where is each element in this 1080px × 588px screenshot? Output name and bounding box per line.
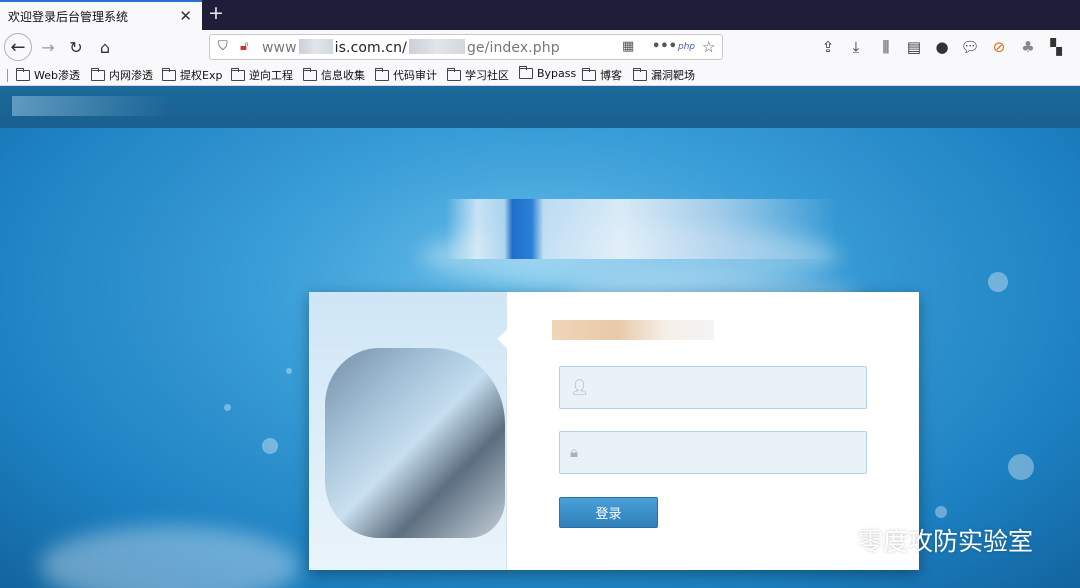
wechat-icon xyxy=(808,525,846,555)
bookmark-folder[interactable]: 代码审计 xyxy=(375,67,437,83)
password-field[interactable]: 🔒︎ xyxy=(559,431,867,474)
more-actions-icon[interactable]: ••• xyxy=(652,39,677,54)
bookmark-folder[interactable]: Web渗透 xyxy=(16,67,80,83)
watermark: 零度攻防实验室 xyxy=(808,522,1033,558)
tab-title: 欢迎登录后台管理系统 xyxy=(8,9,129,24)
qr-code-icon[interactable]: ▦ xyxy=(622,39,634,54)
home-button[interactable]: ⌂ xyxy=(93,35,117,59)
bookmark-folder[interactable]: 博客 xyxy=(582,67,622,83)
url-domain: is.com.cn/ xyxy=(334,40,407,56)
bookmark-folder[interactable]: 逆向工程 xyxy=(231,67,293,83)
bubble-decoration xyxy=(935,506,947,518)
navigation-toolbar: ← → ↻ ⌂ ⛉ 🔓︎ www is.com.cn/ge/index.php ▦… xyxy=(0,30,1080,64)
folder-icon xyxy=(582,67,596,81)
bookmark-label: 博客 xyxy=(600,69,622,82)
folder-icon xyxy=(447,67,461,81)
folder-icon xyxy=(519,66,533,79)
site-logo-redacted xyxy=(12,96,172,116)
login-button[interactable]: 登录 xyxy=(559,497,658,528)
url-redacted-part xyxy=(298,39,333,54)
login-page: 👤︎ 🔒︎ 登录 零度攻防实验室 xyxy=(0,86,1080,588)
folder-icon xyxy=(16,67,30,81)
bookmark-label: Bypass xyxy=(537,67,577,80)
bubble-decoration xyxy=(988,272,1008,292)
user-icon: 👤︎ xyxy=(570,378,590,396)
php-extension-icon[interactable]: php xyxy=(678,42,695,52)
bookmark-star-icon[interactable]: ☆ xyxy=(702,38,715,56)
address-bar[interactable]: ⛉ 🔓︎ www is.com.cn/ge/index.php ▦ ••• php… xyxy=(209,34,723,60)
bookmark-label: 代码审计 xyxy=(393,69,437,82)
cloud-decoration xyxy=(40,526,300,588)
bookmarks-separator xyxy=(7,69,8,82)
home-icon: ⌂ xyxy=(99,37,111,57)
lock-icon: 🔒︎ xyxy=(570,443,578,461)
sidebar-icon[interactable]: ▤ xyxy=(904,38,924,56)
back-button[interactable]: ← xyxy=(4,33,32,61)
save-to-pocket-icon[interactable]: ⇪ xyxy=(818,38,838,56)
arrow-left-icon: ← xyxy=(10,36,26,58)
arrow-right-icon: → xyxy=(41,37,55,57)
bookmarks-toolbar: Web渗透 内网渗透 提权Exp 逆向工程 信息收集 代码审计 学习社区 Byp… xyxy=(0,64,1080,86)
extension-icon[interactable]: ♣ xyxy=(1018,38,1038,56)
download-icon[interactable]: ⤓ xyxy=(846,38,866,56)
bookmark-label: 漏洞靶场 xyxy=(651,69,695,82)
login-illustration-panel xyxy=(309,292,507,570)
password-input[interactable] xyxy=(594,432,854,473)
url-path: ge/index.php xyxy=(466,40,560,56)
tab-active[interactable]: 欢迎登录后台管理系统 ✕ xyxy=(0,0,202,30)
mascot-image-redacted xyxy=(325,348,505,538)
forward-button[interactable]: → xyxy=(36,35,60,59)
menu-grid-icon[interactable]: ▚ xyxy=(1046,38,1066,56)
bubble-decoration xyxy=(1008,454,1034,480)
url-prefix: www xyxy=(262,40,297,56)
reload-button[interactable]: ↻ xyxy=(64,35,88,59)
bookmark-folder[interactable]: Bypass xyxy=(519,66,577,80)
chat-icon[interactable]: 💬︎ xyxy=(960,38,980,56)
library-icon[interactable]: ⫼ xyxy=(876,38,896,56)
folder-icon xyxy=(231,67,245,81)
folder-icon xyxy=(91,67,105,81)
folder-icon xyxy=(375,67,389,81)
folder-icon xyxy=(162,67,176,81)
bookmark-folder[interactable]: 内网渗透 xyxy=(91,67,153,83)
bubble-decoration xyxy=(262,438,278,454)
bookmark-folder[interactable]: 信息收集 xyxy=(303,67,365,83)
bookmark-folder[interactable]: 学习社区 xyxy=(447,67,509,83)
system-title-redacted xyxy=(446,199,836,259)
bookmark-label: 信息收集 xyxy=(321,69,365,82)
account-icon[interactable]: ● xyxy=(932,38,952,56)
bubble-decoration xyxy=(224,404,231,411)
tab-strip: 欢迎登录后台管理系统 ✕ + xyxy=(0,0,1080,30)
bookmark-folder[interactable]: 漏洞靶场 xyxy=(633,67,695,83)
bookmark-label: Web渗透 xyxy=(34,69,80,82)
bookmark-label: 逆向工程 xyxy=(249,69,293,82)
insecure-lock-icon[interactable]: 🔓︎ xyxy=(240,39,248,54)
url-text[interactable]: www is.com.cn/ge/index.php xyxy=(262,39,560,56)
new-tab-button[interactable]: + xyxy=(208,2,224,24)
watermark-text: 零度攻防实验室 xyxy=(858,527,1034,556)
bookmark-folder[interactable]: 提权Exp xyxy=(162,67,222,83)
site-header xyxy=(0,86,1080,128)
username-input[interactable] xyxy=(594,367,854,408)
login-title-redacted xyxy=(552,320,714,340)
shield-icon[interactable]: ⛉ xyxy=(218,39,228,54)
close-icon[interactable]: ✕ xyxy=(179,7,192,25)
reload-icon: ↻ xyxy=(69,37,83,57)
bookmark-label: 内网渗透 xyxy=(109,69,153,82)
url-redacted-part xyxy=(408,39,465,54)
bookmark-label: 提权Exp xyxy=(180,69,223,82)
blocker-extension-icon[interactable]: ⊘ xyxy=(989,38,1009,56)
bubble-decoration xyxy=(286,368,292,374)
folder-icon xyxy=(303,67,317,81)
bookmark-label: 学习社区 xyxy=(465,69,509,82)
folder-icon xyxy=(633,67,647,81)
username-field[interactable]: 👤︎ xyxy=(559,366,867,409)
